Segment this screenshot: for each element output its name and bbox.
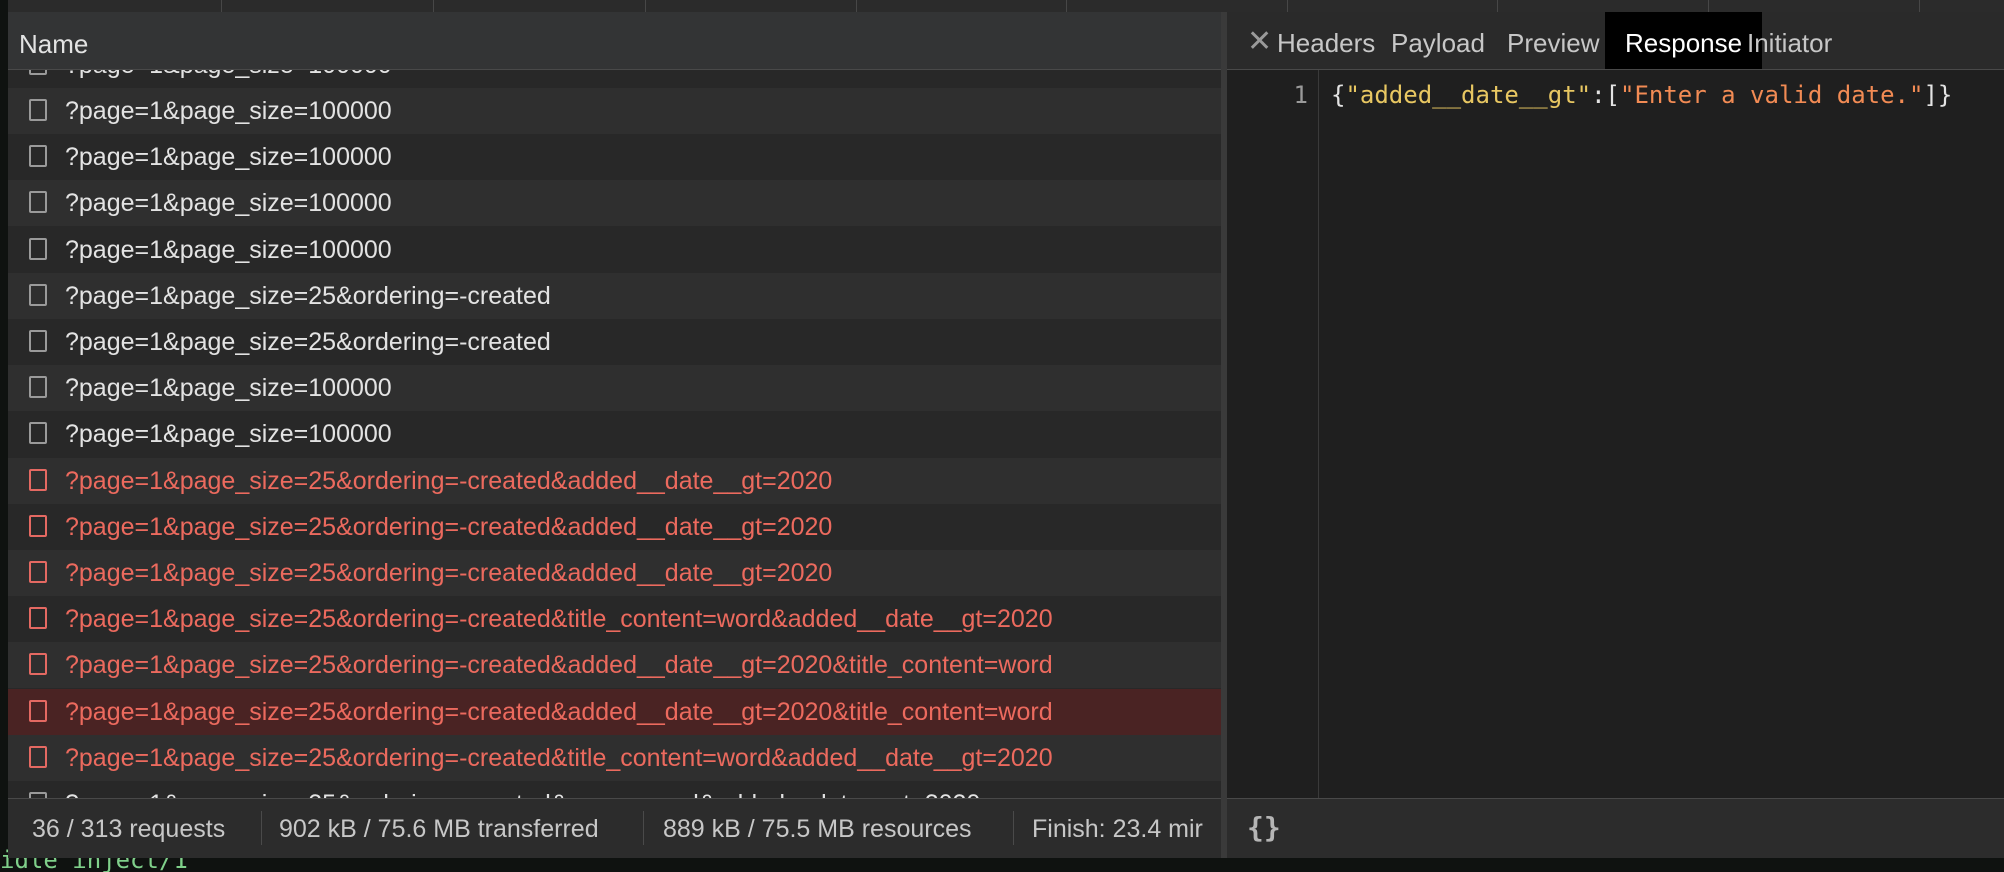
pretty-print-button[interactable]: {} [1247,811,1281,844]
file-icon [29,607,47,629]
network-status-bar: 36 / 313 requests 902 kB / 75.6 MB trans… [8,798,1221,858]
request-list[interactable]: ?page=1&page_size=100000 ?page=1&page_si… [8,70,1221,798]
file-icon [29,238,47,260]
request-row[interactable]: ?page=1&page_size=25&ordering=-created&t… [8,596,1221,642]
request-detail-pane: ✕ Headers Payload Preview Response Initi… [1227,12,2004,858]
request-name: ?page=1&page_size=100000 [65,374,392,402]
request-row[interactable]: ?page=1&page_size=25&ordering=-created&t… [8,735,1221,781]
request-name: ?page=1&page_size=25&ordering=-created&a… [65,698,1053,726]
file-icon [29,70,47,75]
request-row[interactable]: ?page=1&page_size=25&ordering=-created&a… [8,642,1221,688]
file-icon [29,700,47,722]
request-row[interactable]: ?page=1&page_size=25&ordering=-created [8,319,1221,365]
request-name: ?page=1&page_size=100000 [65,70,392,80]
requests-count: 36 / 313 requests [32,815,226,843]
file-icon [29,653,47,675]
request-name: ?page=1&page_size=100000 [65,143,392,171]
json-punctuation-end: ]} [1923,81,1953,109]
request-name: ?page=1&page_size=100000 [65,189,392,217]
json-punctuation: :[ [1591,81,1620,109]
request-name: ?page=1&page_size=25&ordering=-created&t… [65,605,1053,633]
request-row[interactable]: ?page=1&page_size=25&ordering=-created [8,273,1221,319]
request-name: ?page=1&page_size=25&ordering=-created&a… [65,559,833,587]
request-row[interactable]: ?page=1&page_size=25&ordering=-created&a… [8,458,1221,504]
request-row[interactable]: ?page=1&page_size=100000 [8,88,1221,134]
response-viewer[interactable]: 1 {"added__date__gt":["Enter a valid dat… [1227,70,2004,798]
json-string: "Enter a valid date." [1620,81,1924,109]
tab-payload[interactable]: Payload [1391,12,1485,69]
request-name: ?page=1&page_size=25&ordering=-created&q… [65,790,980,798]
file-icon [29,746,47,768]
request-row[interactable]: ?page=1&page_size=100000 [8,365,1221,411]
request-list-pane: Name ?page=1&page_size=100000 ?page=1&pa… [8,12,1221,858]
devtools-network-panel: Name ?page=1&page_size=100000 ?page=1&pa… [8,0,2004,858]
request-row[interactable]: ?page=1&page_size=100000 [8,134,1221,180]
status-divider [261,811,262,845]
resources-size: 889 kB / 75.5 MB resources [663,815,972,843]
request-row[interactable]: ?page=1&page_size=25&ordering=-created&a… [8,550,1221,596]
file-icon [29,376,47,398]
request-name: ?page=1&page_size=25&ordering=-created [65,282,551,310]
file-icon [29,330,47,352]
request-row[interactable]: ?page=1&page_size=25&ordering=-created&a… [8,689,1221,735]
request-row[interactable]: ?page=1&page_size=25&ordering=-created&a… [8,504,1221,550]
json-key: "added__date__gt" [1345,81,1592,109]
request-row-partial[interactable]: ?page=1&page_size=100000 [8,70,1221,88]
request-name: ?page=1&page_size=25&ordering=-created&t… [65,744,1053,772]
request-name: ?page=1&page_size=25&ordering=-created&a… [65,467,833,495]
file-icon [29,99,47,121]
file-icon [29,191,47,213]
tab-headers[interactable]: Headers [1277,12,1375,69]
response-footer: {} [1227,798,2004,858]
file-icon [29,515,47,537]
status-divider [643,811,644,845]
request-name: ?page=1&page_size=25&ordering=-created&a… [65,651,1053,679]
name-column-label: Name [19,29,89,59]
line-number: 1 [1293,81,1308,109]
request-row[interactable]: ?page=1&page_size=25&ordering=-created&q… [8,781,1221,798]
file-icon [29,469,47,491]
request-name: ?page=1&page_size=25&ordering=-created [65,328,551,356]
request-name: ?page=1&page_size=100000 [65,97,392,125]
request-row[interactable]: ?page=1&page_size=100000 [8,411,1221,457]
file-icon [29,561,47,583]
request-name: ?page=1&page_size=25&ordering=-created&a… [65,513,833,541]
request-row[interactable]: ?page=1&page_size=100000 [8,180,1221,226]
finish-time: Finish: 23.4 mir [1032,815,1203,843]
file-icon [29,422,47,444]
request-name: ?page=1&page_size=100000 [65,236,392,264]
status-divider [1013,811,1014,845]
file-icon [29,145,47,167]
line-gutter: 1 [1227,70,1319,798]
request-name: ?page=1&page_size=100000 [65,420,392,448]
close-icon[interactable]: ✕ [1247,24,1272,59]
tab-response[interactable]: Response [1605,12,1763,69]
transferred-size: 902 kB / 75.6 MB transferred [279,815,599,843]
file-icon [29,284,47,306]
name-column-header[interactable]: Name [8,12,1221,70]
response-body: {"added__date__gt":["Enter a valid date.… [1331,81,1952,109]
tab-preview[interactable]: Preview [1507,12,1599,69]
json-brace: { [1331,81,1346,109]
detail-tabs: ✕ Headers Payload Preview Response Initi… [1227,12,2004,70]
request-row[interactable]: ?page=1&page_size=100000 [8,227,1221,273]
tab-initiator[interactable]: Initiator [1747,12,1832,69]
